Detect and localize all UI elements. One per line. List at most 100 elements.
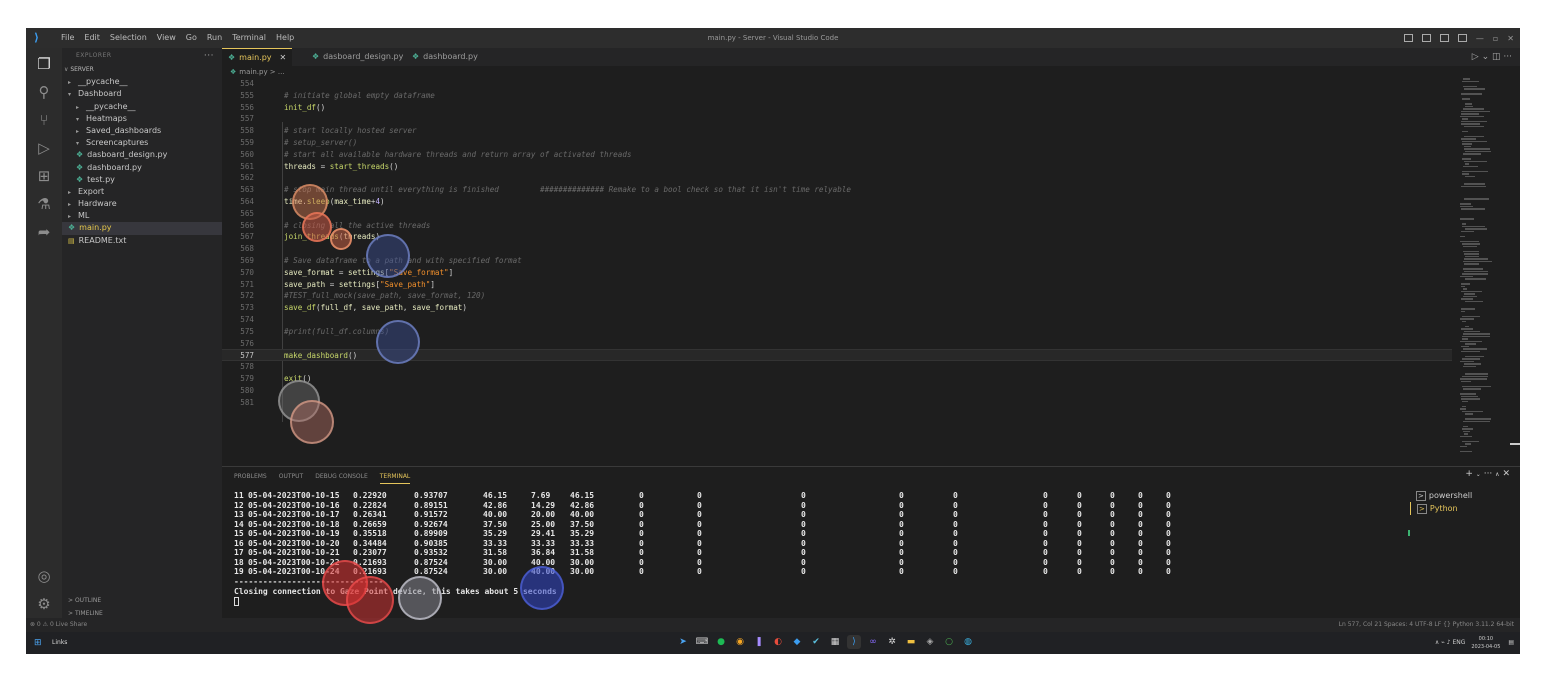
extensions-icon[interactable]: ⊞ <box>34 166 54 186</box>
menu-help[interactable]: Help <box>271 28 299 48</box>
code-line[interactable]: 570 save_format = settings["Save_format"] <box>222 267 1452 279</box>
new-terminal-icon[interactable]: + <box>1465 469 1473 479</box>
app-icon[interactable]: ◆ <box>790 635 804 649</box>
maximize-panel-icon[interactable]: ∧ <box>1495 471 1499 478</box>
language-indicator[interactable]: ENG <box>1452 639 1465 646</box>
menu-file[interactable]: File <box>56 28 79 48</box>
toggle-secondary-sidebar-icon[interactable] <box>1439 34 1449 42</box>
more-actions-icon[interactable]: ··· <box>204 48 214 64</box>
status-right[interactable]: Ln 577, Col 21 Spaces: 4 UTF-8 LF {} Pyt… <box>1339 618 1514 632</box>
outline-section[interactable]: > OUTLINE <box>62 594 222 607</box>
code-line[interactable]: 565 <box>222 208 1452 220</box>
search-icon[interactable]: ⚲ <box>34 82 54 102</box>
close-panel-icon[interactable]: ✕ <box>1502 469 1510 479</box>
tab-dasboard_design-py[interactable]: ❖ dasboard_design.py <box>306 48 409 66</box>
toggle-sidebar-icon[interactable] <box>1403 34 1413 42</box>
tree-item[interactable]: ▾ Screencaptures <box>62 137 222 149</box>
live-share-icon[interactable]: ➦ <box>34 222 54 242</box>
code-line[interactable]: 558 # start locally hosted server <box>222 125 1452 137</box>
tree-item[interactable]: ❖ dasboard_design.py <box>62 149 222 161</box>
close-window-button[interactable]: ✕ <box>1507 34 1514 43</box>
explorer-icon[interactable]: ❐ <box>34 54 54 74</box>
terminal-instance-python[interactable]: > Python <box>1410 502 1520 515</box>
code-line[interactable]: 581 <box>222 397 1452 409</box>
taskbar-links[interactable]: Links <box>52 632 67 654</box>
tab-main-py[interactable]: ❖ main.py ✕ <box>222 48 293 66</box>
tree-item[interactable]: ▸ Saved_dashboards <box>62 125 222 137</box>
tree-item[interactable]: ▸ __pycache__ <box>62 76 222 88</box>
notifications-icon[interactable]: ▤ <box>1508 639 1514 646</box>
code-line[interactable]: 567join_threads(threads) <box>222 231 1452 243</box>
minimize-button[interactable]: — <box>1476 34 1484 43</box>
network-icon[interactable]: ⌁ <box>1441 639 1445 646</box>
code-line[interactable]: 555 # initiate global empty dataframe <box>222 90 1452 102</box>
menu-run[interactable]: Run <box>202 28 227 48</box>
tree-item[interactable]: ❖ test.py <box>62 174 222 186</box>
menu-terminal[interactable]: Terminal <box>227 28 271 48</box>
toggle-panel-icon[interactable] <box>1421 34 1431 42</box>
app-icon[interactable]: ✔ <box>809 635 823 649</box>
breadcrumb[interactable]: ❖ main.py > ... <box>230 66 285 78</box>
tree-item[interactable]: ▸ ML <box>62 210 222 222</box>
panel-tab-problems[interactable]: PROBLEMS <box>234 471 267 484</box>
testing-icon[interactable]: ⚗ <box>34 194 54 214</box>
status-left[interactable]: ⊗ 0 ⚠ 0 Live Share <box>30 618 87 632</box>
terminal-instance-powershell[interactable]: > powershell <box>1410 489 1520 502</box>
code-line[interactable]: 554 <box>222 78 1452 90</box>
more-actions-icon[interactable]: ··· <box>1484 469 1493 479</box>
customize-layout-icon[interactable] <box>1457 34 1467 42</box>
app-icon[interactable]: ◐ <box>771 635 785 649</box>
edge-icon[interactable]: ◍ <box>961 635 975 649</box>
minimap-scroll-thumb[interactable] <box>1510 443 1520 445</box>
code-line[interactable]: 579 exit() <box>222 373 1452 385</box>
code-line[interactable]: 561 threads = start_threads() <box>222 161 1452 173</box>
code-line[interactable]: 564 time.sleep(max_time+4) <box>222 196 1452 208</box>
settings-gear-icon[interactable]: ⚙ <box>34 594 54 614</box>
code-line[interactable]: 571 save_path = settings["Save_path"] <box>222 279 1452 291</box>
windows-start-icon[interactable]: ⊞ <box>34 638 44 648</box>
volume-icon[interactable]: ♪ <box>1447 639 1451 646</box>
code-line[interactable]: 573 save_df(full_df, save_path, save_form… <box>222 302 1452 314</box>
run-debug-icon[interactable]: ▷ <box>34 138 54 158</box>
python-app-icon[interactable]: ➤ <box>676 635 690 649</box>
tree-item[interactable]: ❖ dashboard.py <box>62 162 222 174</box>
vscode-taskbar-icon[interactable]: ⟩ <box>847 635 861 649</box>
code-line[interactable]: 562 <box>222 172 1452 184</box>
panel-tab-output[interactable]: OUTPUT <box>279 471 303 484</box>
file-explorer-icon[interactable]: ▬ <box>904 635 918 649</box>
tree-item[interactable]: ▤ README.txt <box>62 235 222 247</box>
menu-edit[interactable]: Edit <box>79 28 105 48</box>
code-line[interactable]: 556 init_df() <box>222 102 1452 114</box>
code-line[interactable]: 572 #TEST_full_mock(save_path, save_forma… <box>222 290 1452 302</box>
split-editor-icon[interactable]: ◫ <box>1492 52 1501 62</box>
run-file-icon[interactable]: ▷ <box>1472 52 1479 62</box>
code-line[interactable]: 560 # start all available hardware thread… <box>222 149 1452 161</box>
chevron-down-icon[interactable]: ⌄ <box>1476 471 1481 478</box>
tab-dashboard-py[interactable]: ❖ dashboard.py <box>406 48 484 66</box>
code-line[interactable]: 563 # stop main thread until everything i… <box>222 184 1452 196</box>
tree-item[interactable]: ▾ Dashboard <box>62 88 222 100</box>
account-icon[interactable]: ◎ <box>34 566 54 586</box>
panel-tab-terminal[interactable]: TERMINAL <box>379 471 411 484</box>
workspace-root[interactable]: ∨ SERVER <box>62 64 222 76</box>
app-icon[interactable]: ◈ <box>923 635 937 649</box>
tree-item[interactable]: ▸ Export <box>62 186 222 198</box>
tree-item[interactable]: ▾ Heatmaps <box>62 113 222 125</box>
more-actions-icon[interactable]: ··· <box>1503 52 1512 62</box>
tray-chevron-icon[interactable]: ∧ <box>1435 639 1439 646</box>
app-icon[interactable]: ❚ <box>752 635 766 649</box>
source-control-icon[interactable]: ⑂ <box>34 110 54 130</box>
clock[interactable]: 00:10 2023-04-05 <box>1471 635 1500 651</box>
code-editor[interactable]: 554 555 # initiate global empty dataframe 5… <box>222 78 1452 466</box>
tree-item[interactable]: ❖ main.py <box>62 222 222 235</box>
app-icon[interactable]: ▦ <box>828 635 842 649</box>
code-line[interactable]: 566 # closing all the active threads <box>222 220 1452 232</box>
spotify-icon[interactable]: ● <box>714 635 728 649</box>
code-line[interactable]: 557 <box>222 113 1452 125</box>
maximize-button[interactable]: ▫ <box>1493 34 1498 43</box>
app-icon[interactable]: ✲ <box>885 635 899 649</box>
minimap[interactable] <box>1456 78 1520 466</box>
app-icon[interactable]: ○ <box>942 635 956 649</box>
terminal-prompt[interactable] <box>234 596 557 607</box>
chevron-down-icon[interactable]: ⌄ <box>1482 52 1490 62</box>
